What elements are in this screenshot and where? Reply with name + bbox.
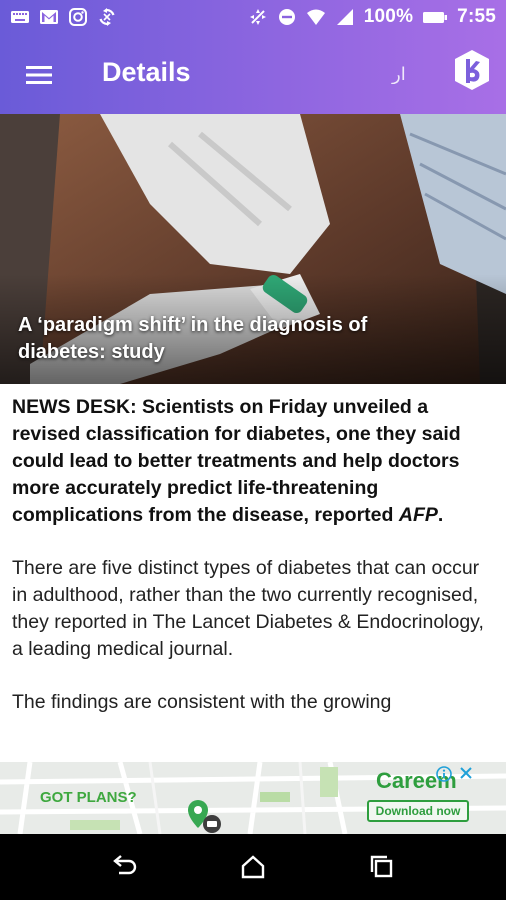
status-time: 7:55 [457,6,496,27]
status-bar: 100% 7:55 [0,0,506,34]
article-lead: NEWS DESK: Scientists on Friday unveiled… [12,394,496,529]
home-icon[interactable] [231,845,275,889]
instagram-icon [68,7,88,27]
hamburger-menu-icon[interactable] [22,58,56,92]
signal-icon [335,7,355,27]
article-lead-end: . [437,504,444,526]
map-pin-icon [188,800,221,833]
article-source: AFP [398,504,438,526]
status-left-icons [10,7,117,27]
page-title: Details [102,57,191,87]
hero-image[interactable]: A ‘paradigm shift’ in the diagnosis of d… [0,114,506,384]
language-toggle[interactable]: ار [392,64,406,85]
article-lead-text: NEWS DESK: Scientists on Friday unveiled… [12,396,461,526]
sync-icon [97,7,117,27]
app-bar: Details ار [0,34,506,114]
article-paragraph: The findings are consistent with the gro… [12,691,392,713]
ad-close-icon[interactable] [458,765,474,781]
keyboard-icon [10,7,30,27]
ad-download-button[interactable]: Download now [367,800,469,822]
recents-icon[interactable] [360,845,404,889]
hero-caption: A ‘paradigm shift’ in the diagnosis of d… [18,314,368,363]
back-icon[interactable] [102,845,146,889]
ad-info-icon[interactable] [436,766,452,782]
wifi-icon [306,7,326,27]
system-navigation-bar [0,834,506,900]
ad-tagline: GOT PLANS? [40,789,137,806]
do-not-disturb-icon [277,7,297,27]
gmail-icon [39,7,59,27]
ad-banner[interactable]: GOT PLANS? Careem Download now [0,762,506,834]
k-logo-icon[interactable] [452,48,492,92]
data-saver-icon [248,7,268,27]
battery-icon [422,7,448,27]
battery-percentage: 100% [363,6,414,27]
article-paragraph: There are five distinct types of diabete… [12,557,484,660]
article-body: NEWS DESK: Scientists on Friday unveiled… [12,394,496,716]
status-right-icons: 100% 7:55 [248,6,496,28]
